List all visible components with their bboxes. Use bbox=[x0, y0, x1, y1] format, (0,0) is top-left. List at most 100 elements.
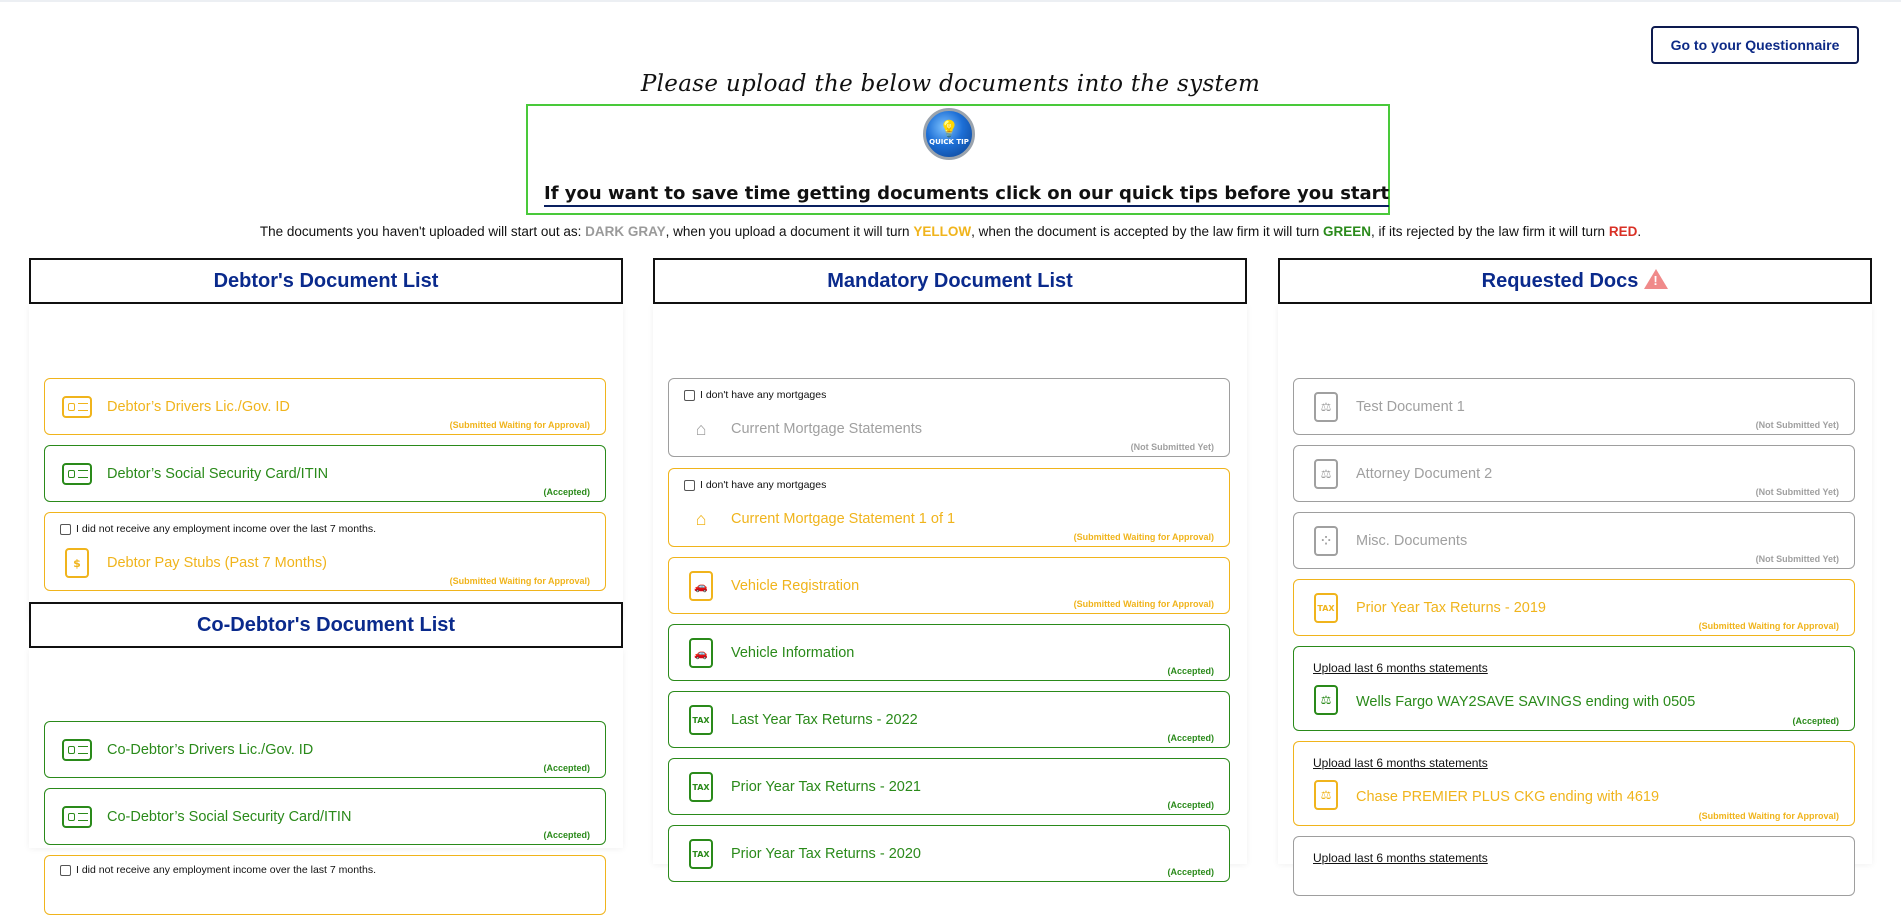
requested-section-title: Requested Docs ! bbox=[1278, 258, 1872, 304]
mandatory-panel: I don't have any mortgages ⌂ Current Mor… bbox=[653, 304, 1247, 882]
no-mortgage-checkbox[interactable]: I don't have any mortgages bbox=[684, 479, 826, 491]
mandatory-doc-card[interactable]: 🚗 Vehicle Registration (Submitted Waitin… bbox=[668, 557, 1230, 614]
requested-doc-card[interactable]: ⚖ Attorney Document 2 (Not Submitted Yet… bbox=[1293, 445, 1855, 502]
status-legend: The documents you haven't uploaded will … bbox=[0, 224, 1901, 239]
requested-doc-card[interactable]: ⁘ Misc. Documents (Not Submitted Yet) bbox=[1293, 512, 1855, 569]
debtor-doc-card[interactable]: Debtor’s Social Security Card/ITIN (Acce… bbox=[44, 445, 606, 502]
legend-text: . bbox=[1637, 224, 1642, 239]
doc-status: (Submitted Waiting for Approval) bbox=[1073, 599, 1214, 609]
checkbox-label: I did not receive any employment income … bbox=[76, 864, 376, 876]
tax-badge: TAX bbox=[689, 839, 713, 869]
doc-title: Debtor’s Drivers Lic./Gov. ID bbox=[107, 399, 290, 415]
misc-document-icon: ⁘ bbox=[1311, 526, 1341, 556]
debtor-doc-card[interactable]: I did not receive any employment income … bbox=[44, 512, 606, 591]
gavel-document-icon: ⚖ bbox=[1311, 459, 1341, 489]
doc-title: Test Document 1 bbox=[1356, 399, 1465, 415]
doc-status: (Accepted) bbox=[1167, 733, 1214, 743]
debtor-panel: Debtor’s Drivers Lic./Gov. ID (Submitted… bbox=[29, 304, 623, 620]
no-income-checkbox[interactable]: I did not receive any employment income … bbox=[60, 864, 376, 876]
doc-title: Wells Fargo WAY2SAVE SAVINGS ending with… bbox=[1356, 694, 1696, 710]
doc-status: (Submitted Waiting for Approval) bbox=[1073, 532, 1214, 542]
warning-glyph: ! bbox=[1653, 273, 1658, 288]
doc-status: (Accepted) bbox=[543, 763, 590, 773]
mandatory-doc-card[interactable]: TAX Prior Year Tax Returns - 2020 (Accep… bbox=[668, 825, 1230, 882]
doc-status: (Submitted Waiting for Approval) bbox=[449, 576, 590, 586]
no-income-checkbox[interactable]: I did not receive any employment income … bbox=[60, 523, 376, 535]
legend-text: The documents you haven't uploaded will … bbox=[259, 224, 586, 239]
tax-badge: TAX bbox=[1314, 593, 1338, 623]
requested-doc-card[interactable]: Upload last 6 months statements ⚖ Chase … bbox=[1293, 741, 1855, 826]
debtor-section-title: Debtor's Document List bbox=[29, 258, 623, 304]
doc-status: (Accepted) bbox=[1167, 800, 1214, 810]
doc-status: (Accepted) bbox=[1792, 716, 1839, 726]
quick-tip-badge: QUICK TIP bbox=[929, 138, 969, 146]
doc-status: (Accepted) bbox=[1167, 666, 1214, 676]
gavel-document-icon: ⚖ bbox=[1311, 780, 1341, 810]
legend-text: , if its rejected by the law firm it wil… bbox=[1371, 224, 1609, 239]
debtor-doc-card[interactable]: Debtor’s Drivers Lic./Gov. ID (Submitted… bbox=[44, 378, 606, 435]
tax-badge: TAX bbox=[689, 705, 713, 735]
tax-badge: TAX bbox=[689, 772, 713, 802]
warning-icon: ! bbox=[1644, 269, 1669, 289]
tax-document-icon: TAX bbox=[686, 705, 716, 735]
doc-status: (Not Submitted Yet) bbox=[1755, 554, 1839, 564]
legend-red: RED bbox=[1608, 224, 1638, 239]
quick-tip-box[interactable]: 💡 QUICK TIP If you want to save time get… bbox=[526, 104, 1390, 215]
top-divider bbox=[0, 0, 1901, 2]
codebtor-doc-card[interactable]: Co-Debtor’s Drivers Lic./Gov. ID (Accept… bbox=[44, 721, 606, 778]
doc-title: Co-Debtor’s Social Security Card/ITIN bbox=[107, 809, 352, 825]
doc-title: Prior Year Tax Returns - 2020 bbox=[731, 846, 921, 862]
checkbox-label: I did not receive any employment income … bbox=[76, 523, 376, 535]
doc-status: (Submitted Waiting for Approval) bbox=[1698, 621, 1839, 631]
requested-panel: ⚖ Test Document 1 (Not Submitted Yet) ⚖ … bbox=[1278, 304, 1872, 896]
codebtor-column: Co-Debtor's Document List Co-Debtor’s Dr… bbox=[29, 602, 623, 915]
doc-title: Debtor Pay Stubs (Past 7 Months) bbox=[107, 555, 328, 571]
quick-tip-icon[interactable]: 💡 QUICK TIP bbox=[923, 108, 975, 160]
id-card-icon bbox=[62, 392, 92, 422]
doc-title: Debtor’s Social Security Card/ITIN bbox=[107, 466, 329, 482]
doc-subheading: Upload last 6 months statements bbox=[1313, 661, 1488, 675]
doc-status: (Accepted) bbox=[543, 830, 590, 840]
legend-green: GREEN bbox=[1322, 224, 1371, 239]
id-card-icon bbox=[62, 735, 92, 765]
mandatory-doc-card[interactable]: I don't have any mortgages ⌂ Current Mor… bbox=[668, 378, 1230, 457]
page-headline: Please upload the below documents into t… bbox=[640, 71, 1261, 97]
doc-subheading: Upload last 6 months statements bbox=[1313, 851, 1488, 865]
doc-status: (Not Submitted Yet) bbox=[1755, 420, 1839, 430]
requested-doc-card[interactable]: TAX Prior Year Tax Returns - 2019 (Submi… bbox=[1293, 579, 1855, 636]
codebtor-panel: Co-Debtor’s Drivers Lic./Gov. ID (Accept… bbox=[29, 648, 623, 915]
requested-doc-card[interactable]: Upload last 6 months statements ⚖ Wells … bbox=[1293, 646, 1855, 731]
gavel-document-icon: ⚖ bbox=[1311, 392, 1341, 422]
doc-title: Misc. Documents bbox=[1356, 533, 1468, 549]
mandatory-doc-card[interactable]: TAX Prior Year Tax Returns - 2021 (Accep… bbox=[668, 758, 1230, 815]
mandatory-column: Mandatory Document List I don't have any… bbox=[653, 258, 1247, 882]
legend-yellow: YELLOW bbox=[913, 224, 972, 239]
mandatory-doc-card[interactable]: TAX Last Year Tax Returns - 2022 (Accept… bbox=[668, 691, 1230, 748]
doc-title: Chase PREMIER PLUS CKG ending with 4619 bbox=[1356, 789, 1660, 805]
mandatory-doc-card[interactable]: I don't have any mortgages ⌂ Current Mor… bbox=[668, 468, 1230, 547]
debtor-column: Debtor's Document List Debtor’s Drivers … bbox=[29, 258, 623, 620]
doc-status: (Submitted Waiting for Approval) bbox=[1698, 811, 1839, 821]
id-card-icon bbox=[62, 802, 92, 832]
codebtor-doc-card[interactable]: Co-Debtor’s Social Security Card/ITIN (A… bbox=[44, 788, 606, 845]
doc-subheading: Upload last 6 months statements bbox=[1313, 756, 1488, 770]
no-mortgage-checkbox[interactable]: I don't have any mortgages bbox=[684, 389, 826, 401]
legend-gray: DARK GRAY bbox=[585, 224, 666, 239]
requested-title-text: Requested Docs bbox=[1481, 269, 1639, 292]
tax-document-icon: TAX bbox=[686, 839, 716, 869]
doc-title: Attorney Document 2 bbox=[1356, 466, 1493, 482]
id-card-icon bbox=[62, 459, 92, 489]
go-to-questionnaire-button[interactable]: Go to your Questionnaire bbox=[1651, 26, 1859, 64]
mandatory-section-title: Mandatory Document List bbox=[653, 258, 1247, 304]
requested-doc-card[interactable]: ⚖ Test Document 1 (Not Submitted Yet) bbox=[1293, 378, 1855, 435]
checkbox-label: I don't have any mortgages bbox=[700, 389, 827, 401]
quick-tip-link[interactable]: If you want to save time getting documen… bbox=[544, 183, 1390, 207]
mandatory-doc-card[interactable]: 🚗 Vehicle Information (Accepted) bbox=[668, 624, 1230, 681]
doc-status: (Not Submitted Yet) bbox=[1130, 442, 1214, 452]
checkbox-label: I don't have any mortgages bbox=[700, 479, 827, 491]
doc-title: Current Mortgage Statement 1 of 1 bbox=[731, 511, 956, 527]
house-dollar-icon: ⌂ bbox=[695, 419, 707, 439]
doc-title: Vehicle Information bbox=[731, 645, 855, 661]
requested-doc-card[interactable]: Upload last 6 months statements bbox=[1293, 836, 1855, 896]
codebtor-doc-card[interactable]: I did not receive any employment income … bbox=[44, 855, 606, 915]
